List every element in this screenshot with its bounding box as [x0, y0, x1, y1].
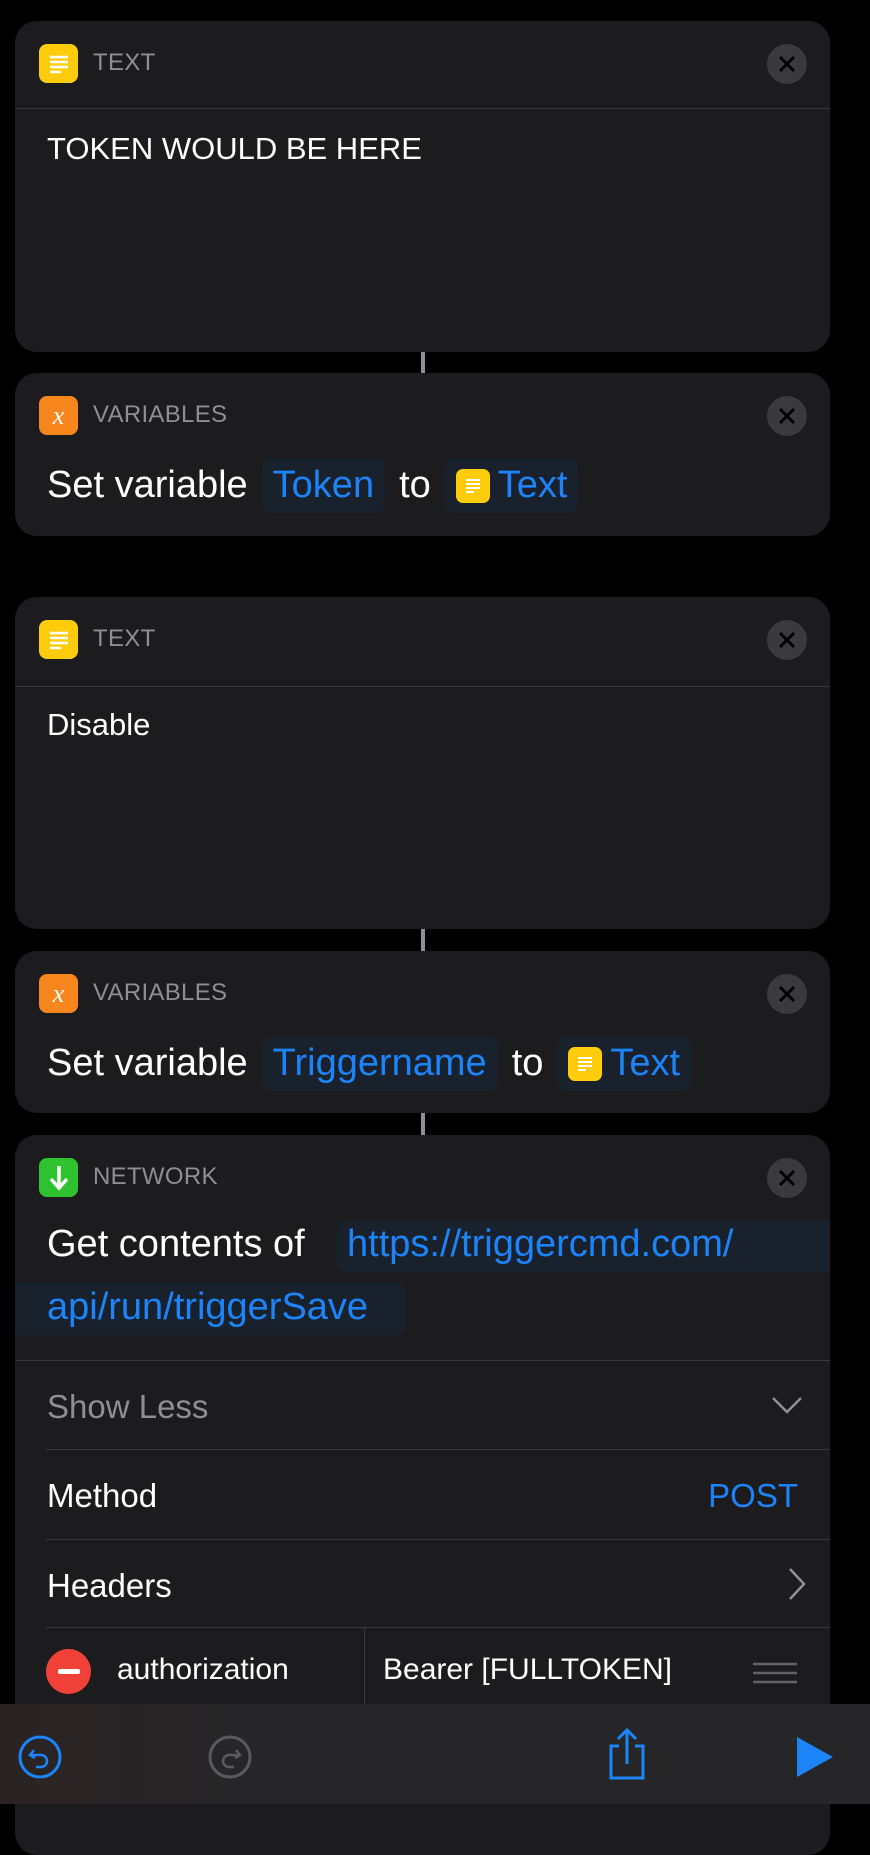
header-key[interactable]: authorization [117, 1653, 289, 1687]
bottom-toolbar [0, 1704, 870, 1804]
close-icon[interactable] [767, 396, 807, 436]
variable-name: Token [272, 464, 375, 506]
action-category: TEXT [93, 625, 156, 652]
divider [15, 1360, 830, 1361]
text-action-card: TEXT Disable [15, 597, 830, 929]
variable-name-pill[interactable]: Triggername [261, 1036, 498, 1091]
chevron-down-icon[interactable] [771, 1395, 803, 1415]
url-pill-line2[interactable]: api/run/triggerSave [15, 1282, 406, 1335]
share-icon[interactable] [604, 1728, 650, 1780]
url-text: https://triggercmd.com/ [347, 1223, 734, 1265]
divider [15, 686, 830, 687]
action-prefix: Set variable [47, 464, 248, 506]
text-lines-icon [39, 620, 78, 659]
download-arrow-icon [39, 1158, 78, 1197]
action-prefix: Set variable [47, 1042, 248, 1084]
drag-handle-icon[interactable] [753, 1662, 797, 1684]
action-category: VARIABLES [93, 979, 228, 1006]
headers-label[interactable]: Headers [47, 1567, 172, 1605]
variable-name: Triggername [272, 1042, 487, 1084]
text-lines-icon [455, 468, 490, 503]
method-value[interactable]: POST [708, 1477, 798, 1515]
undo-icon[interactable] [17, 1734, 63, 1780]
chevron-right-icon[interactable] [787, 1567, 807, 1601]
value-name: Text [610, 1042, 681, 1084]
action-category: VARIABLES [93, 401, 228, 428]
divider [46, 1449, 830, 1450]
divider [15, 108, 830, 109]
url-text: api/run/triggerSave [47, 1286, 369, 1328]
to-label: to [399, 464, 431, 506]
text-lines-icon [568, 1046, 603, 1081]
header-value[interactable]: Bearer [FULLTOKEN] [383, 1653, 672, 1687]
variable-name-pill[interactable]: Token [261, 458, 386, 513]
divider [46, 1627, 830, 1628]
set-variable-card: x VARIABLES Set variable Token to Text [15, 373, 830, 536]
method-label: Method [47, 1477, 158, 1514]
close-icon[interactable] [767, 1158, 807, 1198]
text-lines-icon [39, 44, 78, 83]
play-icon[interactable] [797, 1734, 843, 1780]
show-less-button[interactable]: Show Less [47, 1388, 208, 1426]
close-icon[interactable] [767, 620, 807, 660]
text-action-card: TEXT TOKEN WOULD BE HERE [15, 21, 830, 352]
action-category: TEXT [93, 49, 156, 76]
url-pill-line1[interactable]: https://triggercmd.com/ [337, 1220, 830, 1272]
divider [46, 1539, 830, 1540]
action-prefix: Get contents of [47, 1223, 305, 1265]
action-category: NETWORK [93, 1163, 218, 1190]
close-icon[interactable] [767, 44, 807, 84]
value-name: Text [497, 464, 568, 506]
value-pill[interactable]: Text [557, 1036, 692, 1091]
variable-x-icon: x [39, 974, 78, 1013]
connector [421, 352, 425, 373]
delete-header-button[interactable] [46, 1649, 91, 1694]
to-label: to [511, 1042, 544, 1084]
close-icon[interactable] [767, 974, 807, 1014]
text-content[interactable]: Disable [47, 707, 150, 743]
text-content[interactable]: TOKEN WOULD BE HERE [47, 131, 422, 167]
connector [421, 929, 425, 951]
value-pill[interactable]: Text [444, 458, 579, 513]
connector [421, 1113, 425, 1135]
variable-x-icon: x [39, 396, 78, 435]
redo-icon[interactable] [207, 1734, 253, 1780]
set-variable-card: x VARIABLES Set variable Triggername to … [15, 951, 830, 1113]
